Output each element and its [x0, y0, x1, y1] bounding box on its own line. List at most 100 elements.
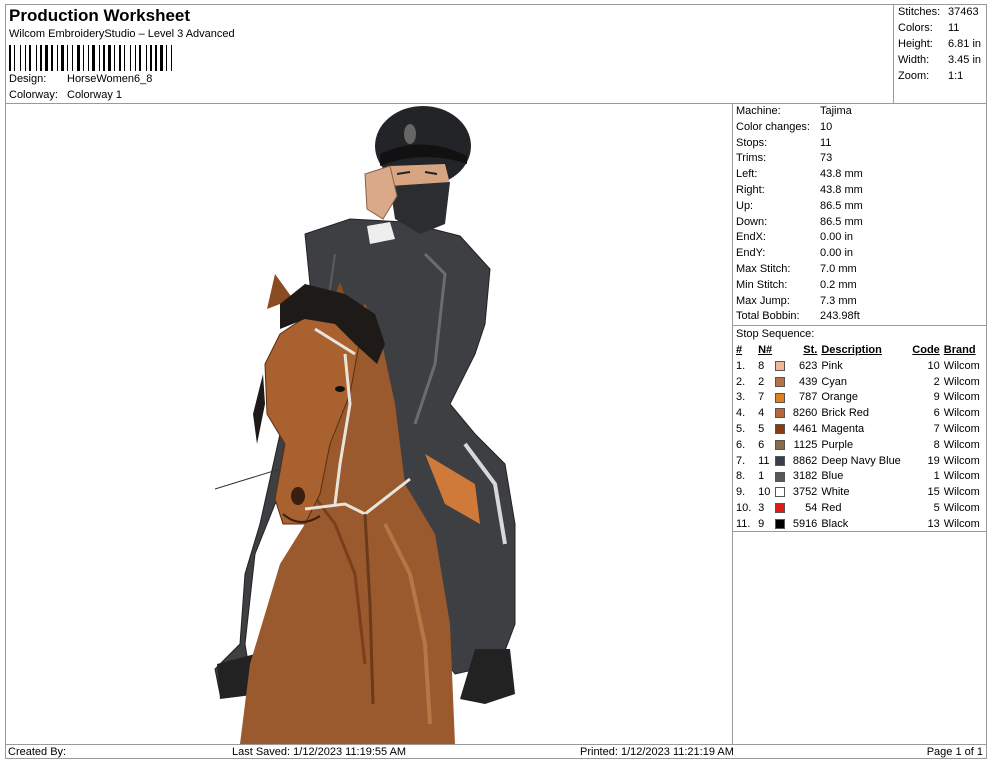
machine-info-row: Stops: 11: [733, 136, 987, 152]
printed-date: Printed: 1/12/2023 11:21:19 AM: [580, 746, 734, 758]
table-header-row: # N# St. Description Code Brand: [736, 342, 984, 358]
table-row: 11. 9 5916 Black 13 Wilcom: [736, 516, 984, 532]
row-index: 1.: [736, 359, 746, 372]
row-brand: Wilcom: [943, 391, 980, 404]
machine-info-list: Machine: Tajima Color changes: 10 Stops: 11 Tr…: [733, 104, 987, 325]
row-index: 10.: [736, 502, 752, 515]
row-code: 6: [933, 407, 940, 420]
info-value: Tajima: [820, 105, 852, 117]
row-brand: Wilcom: [943, 502, 980, 515]
row-needle: 6: [758, 438, 765, 451]
machine-info-row: EndY: 0.00 in: [733, 246, 987, 262]
row-needle: 4: [758, 407, 765, 420]
color-swatch: [775, 516, 791, 532]
thread-color-swatch: [775, 424, 786, 435]
thread-color-swatch: [775, 392, 786, 403]
col-index-header: #: [736, 344, 743, 357]
color-swatch: [775, 390, 791, 406]
row-description: Orange: [821, 391, 859, 404]
thread-color-swatch: [775, 487, 786, 498]
row-code: 10: [927, 359, 940, 372]
machine-info-row: Max Jump: 7.3 mm: [733, 294, 987, 310]
row-stitches: 8862: [792, 454, 818, 467]
info-label: EndX:: [736, 231, 766, 244]
info-value: 11: [820, 136, 832, 149]
stat-width: Width: 3.45 in: [898, 54, 981, 66]
row-code: 5: [933, 502, 940, 515]
row-needle: 7: [758, 391, 765, 404]
design-label: Design:: [9, 73, 47, 85]
row-needle: 8: [758, 359, 765, 372]
col-stitches-header: St.: [803, 344, 818, 357]
col-brand-header: Brand: [943, 344, 976, 357]
row-description: Blue: [821, 470, 844, 483]
info-value: 86.5 mm: [820, 199, 863, 212]
machine-info-row: EndX: 0.00 in: [733, 230, 987, 246]
stat-value: 3.45 in: [948, 54, 982, 66]
row-index: 6.: [736, 438, 746, 451]
col-number-header: N#: [758, 344, 773, 357]
row-needle: 3: [758, 502, 765, 515]
machine-info-row: Total Bobbin: 243.98ft: [733, 309, 987, 325]
embroidery-design-image: [214, 106, 516, 744]
thread-color-swatch: [775, 518, 786, 529]
info-label: Down:: [736, 215, 768, 228]
row-code: 8: [933, 438, 940, 451]
row-needle: 9: [758, 517, 765, 530]
col-swatch-header: [775, 342, 791, 358]
row-code: 9: [933, 391, 940, 404]
col-description-header: Description: [821, 344, 882, 357]
stat-value: 1:1: [948, 70, 964, 82]
color-swatch: [775, 453, 791, 469]
row-description: Deep Navy Blue: [821, 454, 901, 467]
info-label: Right:: [736, 183, 765, 196]
stat-label: Height:: [898, 38, 933, 50]
row-description: Pink: [821, 359, 843, 372]
machine-info-row: Left: 43.8 mm: [733, 167, 987, 183]
table-row: 4. 4 8260 Brick Red 6 Wilcom: [736, 405, 984, 421]
row-brand: Wilcom: [943, 359, 980, 372]
stat-zoom: Zoom: 1:1: [898, 70, 963, 82]
color-swatch: [775, 469, 791, 485]
info-label: Min Stitch:: [736, 278, 788, 291]
machine-info-row: Right: 43.8 mm: [733, 183, 987, 199]
machine-info-panel: Machine: Tajima Color changes: 10 Stops: 11 Tr…: [733, 104, 987, 532]
row-stitches: 439: [798, 375, 818, 388]
row-needle: 1: [758, 470, 765, 483]
thread-color-swatch: [775, 471, 786, 482]
row-needle: 2: [758, 375, 765, 388]
page-number: Page 1 of 1: [926, 746, 983, 758]
row-stitches: 3182: [792, 470, 818, 483]
row-stitches: 3752: [792, 486, 818, 499]
row-stitches: 8260: [792, 407, 818, 420]
info-value: 43.8 mm: [820, 183, 863, 196]
row-code: 19: [927, 454, 940, 467]
colorway-label: Colorway:: [9, 89, 58, 101]
row-stitches: 1125: [793, 438, 818, 451]
color-swatch: [775, 484, 791, 500]
barcode-image: [9, 45, 202, 71]
row-description: Black: [821, 517, 849, 530]
row-index: 8.: [736, 470, 746, 483]
row-stitches: 4461: [792, 423, 818, 436]
row-brand: Wilcom: [943, 454, 980, 467]
row-needle: 11: [758, 454, 770, 467]
color-swatch: [775, 500, 791, 516]
worksheet-header: Production Worksheet Wilcom EmbroiderySt…: [5, 4, 894, 104]
row-brand: Wilcom: [943, 407, 980, 420]
row-needle: 5: [758, 423, 765, 436]
row-code: 1: [933, 470, 940, 483]
thread-color-swatch: [775, 408, 786, 419]
info-value: 73: [820, 152, 833, 165]
info-label: Machine:: [736, 105, 781, 117]
row-index: 4.: [736, 407, 746, 420]
row-description: Cyan: [821, 375, 847, 388]
row-stitches: 5916: [792, 517, 818, 530]
row-description: Brick Red: [821, 407, 869, 420]
table-row: 6. 6 1125 Purple 8 Wilcom: [736, 437, 984, 453]
info-value: 243.98ft: [820, 310, 860, 323]
info-label: Color changes:: [736, 120, 810, 133]
info-label: Max Jump:: [736, 294, 790, 307]
machine-info-row: Min Stitch: 0.2 mm: [733, 278, 987, 294]
row-brand: Wilcom: [943, 438, 980, 451]
